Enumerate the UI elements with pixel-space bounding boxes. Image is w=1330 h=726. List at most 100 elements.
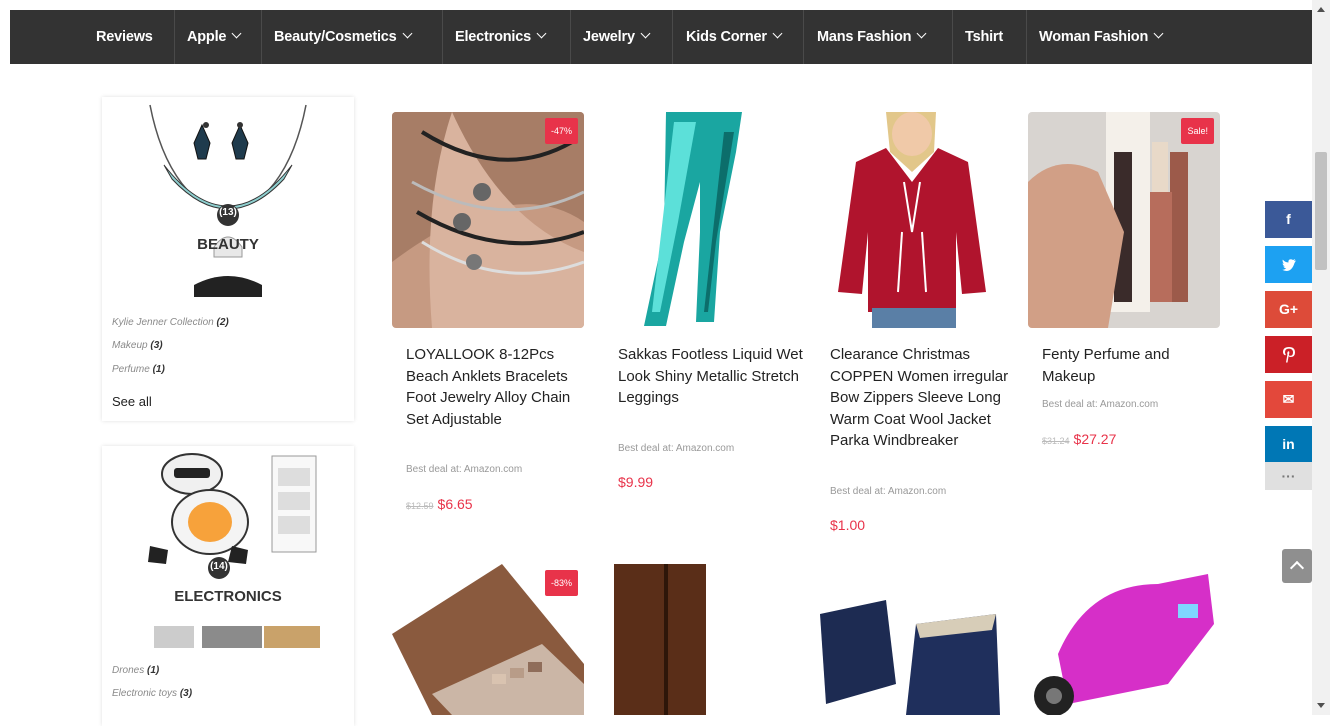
- google-plus-icon: G+: [1278, 301, 1299, 317]
- nav-tshirt[interactable]: Tshirt: [965, 10, 1003, 64]
- arrow-up-icon: [1317, 7, 1325, 12]
- nav-beauty-cosmetics[interactable]: Beauty/Cosmetics: [274, 10, 412, 64]
- nav-woman-label: Woman Fashion: [1039, 29, 1149, 45]
- email-share-button[interactable]: ✉: [1265, 381, 1312, 418]
- subcategory-count: (1): [152, 364, 165, 375]
- chevron-down-icon: [402, 28, 412, 39]
- subcategory-name: Makeup: [112, 340, 148, 351]
- product-image[interactable]: [604, 564, 796, 715]
- category-count: (14): [210, 561, 228, 572]
- more-share-button[interactable]: ···: [1265, 462, 1312, 490]
- product-image[interactable]: [604, 112, 796, 328]
- product-price: $1.00: [830, 517, 865, 533]
- product-price: $9.99: [618, 474, 653, 490]
- product-title[interactable]: Sakkas Footless Liquid Wet Look Shiny Me…: [618, 344, 803, 409]
- nav-tshirt-label: Tshirt: [965, 29, 1004, 45]
- nav-divider: [952, 10, 953, 64]
- subcategory-count: (2): [216, 317, 229, 328]
- product-title[interactable]: Fenty Perfume and Makeup: [1042, 344, 1227, 387]
- subcategory-link[interactable]: Kylie Jenner Collection (2): [112, 317, 229, 328]
- nav-divider: [1026, 10, 1027, 64]
- sale-badge: Sale!: [1181, 118, 1214, 144]
- subcategory-link[interactable]: Makeup (3): [112, 340, 163, 351]
- product-deal-source: Best deal at: Amazon.com: [1042, 399, 1159, 410]
- product-image[interactable]: -83%: [392, 564, 584, 715]
- product-image[interactable]: [816, 112, 1008, 328]
- discount-badge: -83%: [544, 570, 578, 596]
- category-card-beauty[interactable]: (13) BEAUTY Kylie Jenner Collection (2) …: [102, 97, 354, 421]
- twitter-share-button[interactable]: [1265, 246, 1312, 283]
- see-all-link[interactable]: See all: [112, 394, 152, 409]
- email-icon: ✉: [1282, 391, 1295, 407]
- scroll-down-button[interactable]: [1312, 697, 1330, 715]
- nav-jewelry[interactable]: Jewelry: [583, 10, 651, 64]
- twitter-icon: [1281, 259, 1296, 272]
- discount-badge: -47%: [544, 118, 578, 144]
- red-hoodie-product-image: [816, 112, 1008, 328]
- product-old-price: $12.59: [406, 501, 434, 511]
- nav-divider: [803, 10, 804, 64]
- category-card-electronics[interactable]: (14) ELECTRONICS Drones (1) Electronic t…: [102, 446, 354, 726]
- nav-mans-label: Mans Fashion: [817, 29, 912, 45]
- nav-beauty-label: Beauty/Cosmetics: [274, 29, 397, 45]
- brown-boot-image: [604, 564, 796, 715]
- subcategory-name: Kylie Jenner Collection: [112, 317, 214, 328]
- nav-divider: [570, 10, 571, 64]
- product-current-price: $27.27: [1073, 431, 1117, 447]
- nav-jewelry-label: Jewelry: [583, 29, 635, 45]
- linkedin-share-button[interactable]: in: [1265, 426, 1312, 463]
- chevron-up-icon: [1289, 560, 1305, 576]
- facebook-icon: f: [1286, 211, 1291, 227]
- chevron-down-icon: [231, 28, 242, 39]
- nav-mans-fashion[interactable]: Mans Fashion: [817, 10, 927, 64]
- product-current-price: $9.99: [618, 474, 654, 490]
- nav-reviews-label: Reviews: [96, 29, 153, 45]
- google-plus-share-button[interactable]: G+: [1265, 291, 1312, 328]
- category-title: BEAUTY: [197, 236, 259, 253]
- product-title[interactable]: Clearance Christmas COPPEN Women irregul…: [830, 344, 1015, 452]
- product-deal-source: Best deal at: Amazon.com: [406, 464, 523, 475]
- nav-divider: [174, 10, 175, 64]
- product-title[interactable]: LOYALLOOK 8-12Pcs Beach Anklets Bracelet…: [406, 344, 591, 430]
- perfume-product-image: [1028, 112, 1220, 328]
- leggings-product-image: [604, 112, 796, 328]
- facebook-share-button[interactable]: f: [1265, 201, 1312, 238]
- scroll-up-button[interactable]: [1312, 0, 1330, 18]
- pinterest-share-button[interactable]: [1265, 336, 1312, 373]
- pinterest-icon: [1282, 347, 1295, 363]
- anklet-product-image: [392, 112, 584, 328]
- nav-woman-fashion[interactable]: Woman Fashion: [1039, 10, 1164, 64]
- scrollbar-thumb[interactable]: [1315, 152, 1327, 270]
- nav-electronics-label: Electronics: [455, 29, 531, 45]
- navy-boots-image: [816, 564, 1008, 715]
- subcategory-count: (3): [150, 340, 163, 351]
- chevron-down-icon: [536, 28, 547, 39]
- nav-divider: [442, 10, 443, 64]
- product-image[interactable]: [816, 564, 1008, 715]
- chevron-down-icon: [640, 28, 651, 39]
- linkedin-icon: in: [1282, 436, 1295, 452]
- arrow-down-icon: [1317, 703, 1325, 708]
- more-options-icon: ···: [1281, 468, 1296, 484]
- chevron-down-icon: [916, 28, 927, 39]
- product-image[interactable]: Sale!: [1028, 112, 1220, 328]
- back-to-top-button[interactable]: [1282, 549, 1312, 583]
- subcategory-link[interactable]: Electronic toys (3): [112, 688, 192, 699]
- product-price: $31.24 $27.27: [1042, 431, 1116, 447]
- nav-kids-label: Kids Corner: [686, 29, 767, 45]
- vertical-scrollbar[interactable]: [1312, 0, 1330, 715]
- chevron-down-icon: [772, 28, 783, 39]
- product-image[interactable]: [1028, 564, 1220, 715]
- beauty-category-image: [149, 104, 307, 297]
- subcategory-link[interactable]: Drones (1): [112, 665, 159, 676]
- nav-divider: [672, 10, 673, 64]
- pink-motorcycle-image: [1028, 564, 1220, 715]
- nav-electronics[interactable]: Electronics: [455, 10, 547, 64]
- product-image[interactable]: -47%: [392, 112, 584, 328]
- nav-reviews[interactable]: Reviews: [96, 10, 153, 64]
- chevron-down-icon: [1153, 28, 1164, 39]
- subcategory-link[interactable]: Perfume (1): [112, 364, 165, 375]
- product-old-price: $31.24: [1042, 436, 1070, 446]
- nav-apple[interactable]: Apple: [187, 10, 242, 64]
- nav-kids-corner[interactable]: Kids Corner: [686, 10, 783, 64]
